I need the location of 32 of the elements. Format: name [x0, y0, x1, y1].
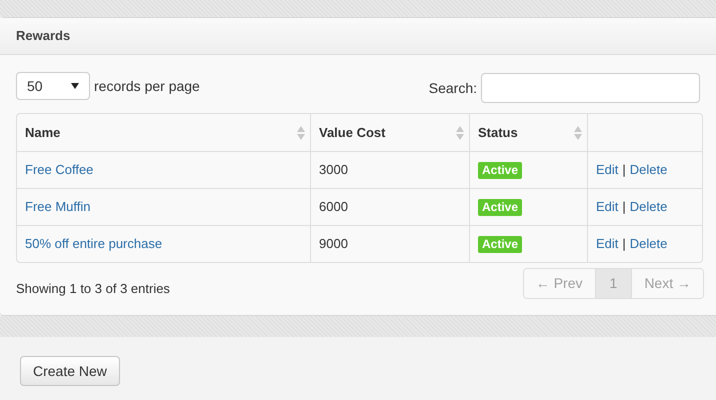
search-label: Search: — [428, 78, 477, 98]
sort-icon — [574, 126, 582, 140]
status-badge: Active — [478, 236, 522, 254]
records-per-page-select[interactable]: 50 — [16, 72, 90, 100]
sort-icon — [456, 126, 464, 140]
action-separator: | — [622, 161, 626, 180]
entries-info: Showing 1 to 3 of 3 entries — [16, 280, 170, 298]
status-badge: Active — [478, 162, 522, 180]
reward-name-link[interactable]: 50% off entire purchase — [25, 236, 162, 252]
value-cost: 6000 — [319, 199, 348, 214]
status-badge: Active — [478, 199, 522, 216]
column-header[interactable]: Value Cost — [310, 114, 469, 151]
sort-icon — [297, 126, 305, 140]
column-header[interactable]: Status — [469, 114, 587, 151]
action-separator: | — [622, 235, 626, 254]
edit-link[interactable]: Edit — [596, 160, 618, 180]
dropdown-caret-icon — [71, 83, 79, 89]
delete-link[interactable]: Delete — [630, 234, 668, 254]
value-cost: 3000 — [319, 162, 348, 178]
reward-name-link[interactable]: Free Coffee — [25, 162, 94, 178]
delete-link[interactable]: Delete — [630, 160, 668, 180]
panel-title: Rewards — [16, 27, 70, 46]
reward-name-link[interactable]: Free Muffin — [25, 199, 91, 214]
search-field[interactable] — [481, 73, 700, 103]
create-new-button[interactable]: Create New — [20, 356, 120, 386]
value-cost: 9000 — [319, 236, 348, 252]
edit-link[interactable]: Edit — [596, 197, 618, 217]
column-header[interactable]: Name — [17, 114, 310, 151]
records-per-page-label: records per page — [94, 76, 200, 96]
action-separator: | — [622, 198, 626, 216]
delete-link[interactable]: Delete — [630, 197, 668, 217]
edit-link[interactable]: Edit — [596, 234, 618, 254]
